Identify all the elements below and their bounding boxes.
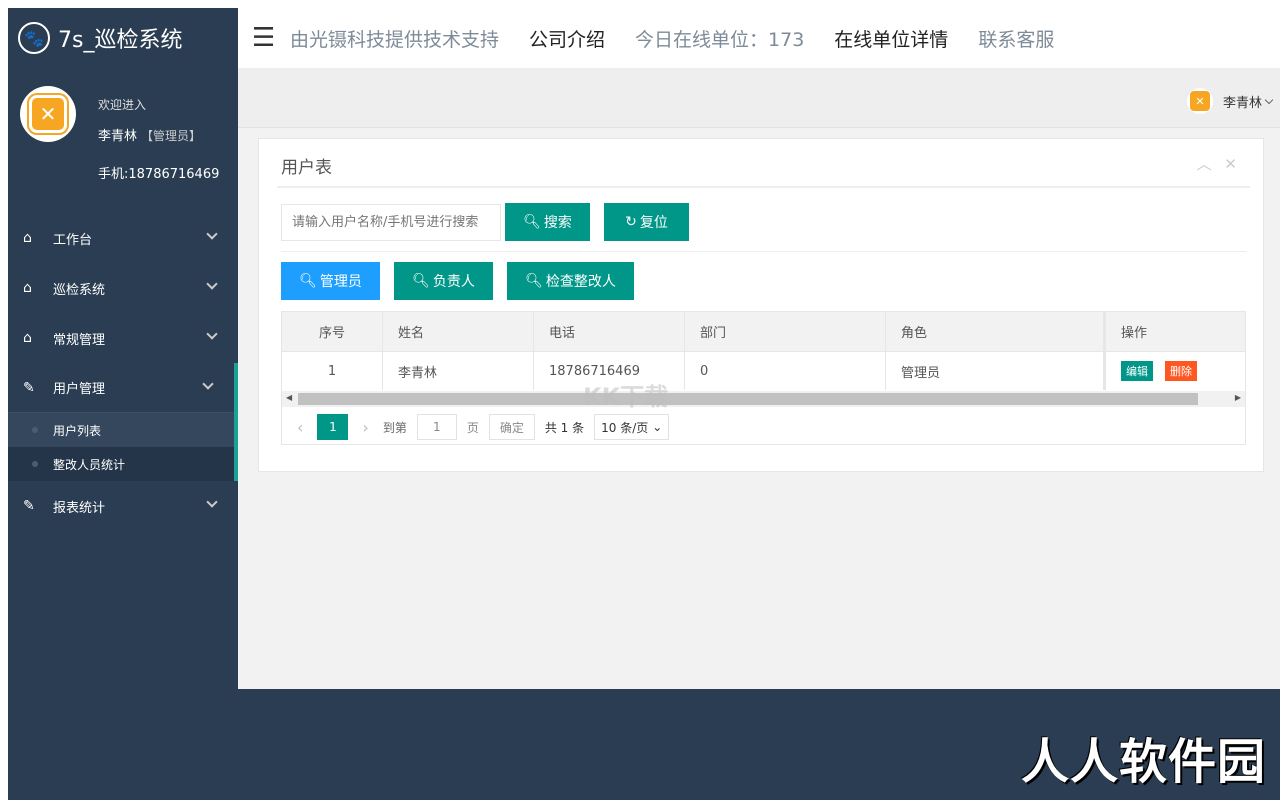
- top-nav: ☰ 由光镊科技提供技术支持 公司介绍 今日在线单位：173 在线单位详情 联系客…: [238, 8, 1280, 68]
- user-table-panel: 用户表 ︿ ✕ 🔍︎搜索 ↻复位 🔍︎管理员 🔍︎负责人 🔍︎检查整改人 序号 …: [258, 138, 1264, 472]
- cell-actions: 编辑 删除: [1104, 352, 1245, 390]
- search-icon: 🔍︎: [523, 214, 541, 230]
- user-name: 李青林 【管理员】: [98, 129, 202, 144]
- page-input[interactable]: 1: [416, 414, 457, 440]
- paw-icon: 🐾: [18, 22, 50, 54]
- home-icon: ⌂: [23, 330, 32, 346]
- confirm-page-button[interactable]: 确定: [488, 414, 535, 440]
- brand-title: 7s_巡检系统: [58, 28, 183, 53]
- table-row: 1 李青林 18786716469 0 管理员 编辑 删除: [282, 351, 1245, 390]
- user-profile: ✕ 欢迎进入 李青林 【管理员】 手机:18786716469: [8, 68, 238, 203]
- user-bar: ✕ 李青林: [238, 68, 1280, 128]
- header-actions: 操作: [1104, 312, 1245, 351]
- header-dept: 部门: [685, 312, 886, 351]
- total-count: 共 1 条: [544, 420, 585, 435]
- company-intro-link[interactable]: 公司介绍: [529, 25, 605, 52]
- sidebar-item-workbench[interactable]: ⌂ 工作台: [8, 213, 238, 263]
- panel-tools: ︿ ✕: [1197, 153, 1237, 174]
- header-phone: 电话: [534, 312, 685, 351]
- tech-support-link[interactable]: 由光镊科技提供技术支持: [290, 25, 499, 52]
- sidebar-item-reports[interactable]: ✎ 报表统计: [8, 481, 238, 531]
- dot-icon: [32, 461, 38, 467]
- edit-button[interactable]: 编辑: [1121, 361, 1153, 381]
- cell-name: 李青林: [383, 352, 534, 390]
- sidebar-subitem-rectify-stats[interactable]: 整改人员统计: [8, 447, 234, 481]
- search-icon: 🔍︎: [525, 273, 543, 289]
- sidebar-group-users: ✎ 用户管理 用户列表 整改人员统计: [8, 363, 238, 481]
- cell-dept: 0: [685, 352, 886, 390]
- reset-button[interactable]: ↻ 复位: [604, 203, 689, 241]
- user-phone: 手机:18786716469: [98, 167, 220, 182]
- header-name: 姓名: [383, 312, 534, 351]
- header-role: 角色: [886, 312, 1104, 351]
- search-input[interactable]: [281, 204, 501, 241]
- table-header: 序号 姓名 电话 部门 角色 操作: [282, 312, 1245, 351]
- search-button[interactable]: 🔍︎ 搜索: [505, 203, 590, 241]
- chevron-down-icon: [1264, 95, 1274, 104]
- header-no: 序号: [282, 312, 383, 351]
- chevron-down-icon: [202, 378, 214, 390]
- pagination: ‹ 1 › 到第 1 页 确定 共 1 条 10 条/页 ⌄: [282, 413, 1245, 441]
- user-menu-name: 李青林: [1222, 95, 1262, 111]
- prev-page-icon[interactable]: ‹: [297, 418, 303, 437]
- brand[interactable]: 🐾 7s_巡检系统: [8, 8, 238, 68]
- chevron-down-icon: [206, 496, 218, 508]
- avatar: ✕: [1186, 88, 1213, 114]
- delete-button[interactable]: 删除: [1165, 361, 1197, 381]
- search-icon: 🔍︎: [412, 273, 430, 289]
- dot-icon: [32, 427, 38, 433]
- tools-icon: ✕: [29, 95, 67, 133]
- user-role: 【管理员】: [141, 129, 202, 143]
- chevron-down-icon: [206, 278, 218, 290]
- close-icon[interactable]: ✕: [1224, 155, 1237, 173]
- sidebar-menu: ⌂ 工作台 ⌂ 巡检系统 ⌂ 常规管理 ✎ 用户管理 用户列表 整改人员统计 ✎…: [8, 213, 238, 531]
- main-content: ✕ 李青林 用户表 ︿ ✕ 🔍︎搜索 ↻复位 🔍︎管理员 🔍︎负责人 🔍︎检查整…: [238, 68, 1280, 689]
- refresh-icon: ↻: [625, 214, 637, 230]
- home-icon: ⌂: [23, 230, 32, 246]
- online-count: 今日在线单位：173: [635, 28, 805, 51]
- cell-no: 1: [282, 352, 383, 390]
- hamburger-icon[interactable]: ☰: [238, 23, 290, 53]
- divider: [277, 186, 1250, 188]
- page-current[interactable]: 1: [317, 414, 349, 440]
- online-detail-link[interactable]: 在线单位详情: [834, 25, 948, 52]
- cell-role: 管理员: [886, 352, 1104, 390]
- welcome-text: 欢迎进入: [98, 98, 147, 112]
- scroll-right-icon[interactable]: ▶: [1235, 393, 1241, 402]
- search-icon: 🔍︎: [299, 273, 317, 289]
- user-menu[interactable]: ✕ 李青林: [1186, 88, 1274, 114]
- avatar: ✕: [20, 86, 76, 142]
- watermark-site: 人人软件园: [1020, 734, 1266, 790]
- sidebar: 🐾 7s_巡检系统 ✕ 欢迎进入 李青林 【管理员】 手机:18786716469…: [8, 8, 238, 800]
- sidebar-submenu: 用户列表 整改人员统计: [8, 413, 234, 481]
- panel-title: 用户表: [281, 158, 332, 178]
- home-icon: ⌂: [23, 280, 32, 296]
- contact-service-link[interactable]: 联系客服: [978, 25, 1054, 52]
- scroll-left-icon[interactable]: ◀: [286, 393, 292, 402]
- horizontal-scrollbar[interactable]: ◀ ▶: [282, 391, 1245, 407]
- watermark-kk: KK下载: [583, 383, 669, 411]
- manager-filter-button[interactable]: 🔍︎ 负责人: [394, 262, 493, 300]
- divider: [281, 251, 1246, 252]
- goto-label: 到第: [382, 420, 407, 435]
- sidebar-item-users[interactable]: ✎ 用户管理: [8, 363, 234, 413]
- sidebar-item-routine[interactable]: ⌂ 常规管理: [8, 313, 238, 363]
- sidebar-subitem-user-list[interactable]: 用户列表: [8, 413, 234, 447]
- edit-icon: ✎: [23, 498, 35, 514]
- chevron-down-icon: ⌄: [652, 420, 663, 434]
- footer: 人人软件园: [238, 689, 1280, 800]
- tools-icon: ✕: [1189, 91, 1210, 111]
- chevron-down-icon: [206, 328, 218, 340]
- inspector-filter-button[interactable]: 🔍︎ 检查整改人: [507, 262, 634, 300]
- next-page-icon[interactable]: ›: [362, 418, 368, 437]
- user-table: 序号 姓名 电话 部门 角色 操作 1 李青林 18786716469 0 管理…: [281, 311, 1246, 445]
- admin-filter-button[interactable]: 🔍︎ 管理员: [281, 262, 380, 300]
- chevron-down-icon: [206, 228, 218, 240]
- sidebar-item-inspection[interactable]: ⌂ 巡检系统: [8, 263, 238, 313]
- edit-icon: ✎: [23, 379, 35, 396]
- scrollbar-thumb[interactable]: [298, 393, 1198, 405]
- collapse-icon[interactable]: ︿: [1197, 155, 1212, 173]
- page-label: 页: [466, 420, 479, 435]
- page-size-select[interactable]: 10 条/页 ⌄: [594, 414, 670, 440]
